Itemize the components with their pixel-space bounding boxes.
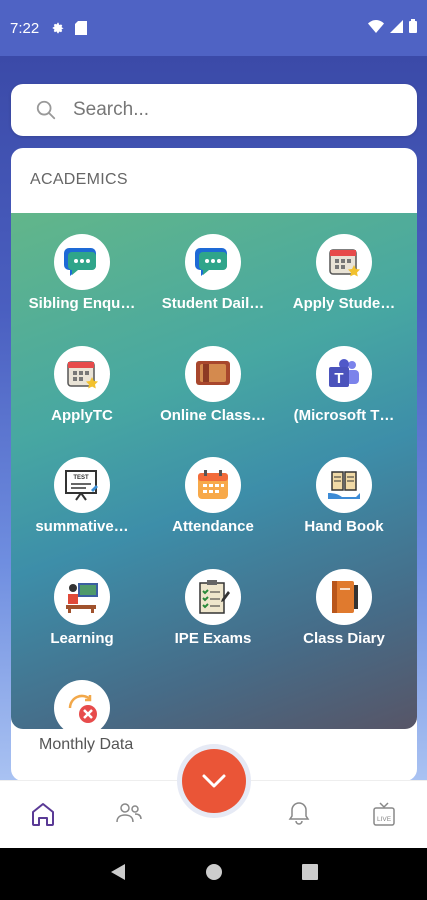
bell-icon[interactable] [288, 801, 310, 825]
tile-microsoft-teams[interactable]: T (Microsoft T… [276, 346, 412, 424]
svg-text:TEST: TEST [73, 475, 89, 481]
tile-summative[interactable]: TEST summative… [14, 457, 150, 535]
diary-icon [316, 569, 372, 625]
tile-apply-student[interactable]: Apply Stude… [276, 234, 412, 312]
home-icon[interactable] [30, 801, 56, 827]
tile-label: Class Diary [303, 630, 385, 647]
tile-label: Learning [50, 630, 114, 647]
microsoft-teams-icon: T [316, 346, 372, 402]
tile-label: Attendance [172, 518, 254, 535]
book-hand-icon [316, 457, 372, 513]
svg-text:LIVE: LIVE [377, 816, 392, 823]
fab-container [177, 744, 251, 818]
tile-class-diary[interactable]: Class Diary [276, 569, 412, 647]
search-icon [36, 100, 56, 120]
exam-checklist-icon [185, 569, 241, 625]
home-circle-icon[interactable] [205, 863, 223, 886]
tile-label: IPE Exams [174, 630, 252, 647]
tile-learning[interactable]: Learning [14, 569, 150, 647]
tile-apply-tc[interactable]: ApplyTC [14, 346, 150, 424]
battery-icon [409, 19, 417, 37]
tile-sibling-enquiry[interactable]: Sibling Enqu… [14, 234, 150, 312]
svg-text:T: T [334, 370, 343, 387]
tile-hand-book[interactable]: Hand Book [276, 457, 412, 535]
status-bar: 7:22 [0, 0, 427, 56]
test-board-icon: TEST [54, 457, 110, 513]
people-icon[interactable] [116, 801, 142, 825]
expand-fab-button[interactable] [182, 749, 246, 813]
video-screen-icon [185, 346, 241, 402]
tile-attendance[interactable]: Attendance [145, 457, 281, 535]
system-navigation-bar [0, 848, 427, 900]
tile-ipe-exams[interactable]: IPE Exams [145, 569, 281, 647]
search-input[interactable] [73, 99, 373, 121]
gear-icon [51, 21, 65, 35]
tile-label: Hand Book [304, 518, 384, 535]
tile-label: Sibling Enqu… [28, 295, 136, 312]
tile-monthly-data[interactable] [14, 680, 150, 729]
calendar-icon [185, 457, 241, 513]
live-tv-icon[interactable]: LIVE [372, 801, 396, 827]
tile-label: Apply Stude… [292, 295, 396, 312]
tile-label: Online Class… [160, 407, 266, 424]
sd-card-icon [75, 21, 88, 35]
status-time: 7:22 [10, 19, 40, 37]
chevron-down-icon [202, 774, 226, 788]
tile-label: ApplyTC [51, 407, 113, 424]
tile-online-class[interactable]: Online Class… [145, 346, 281, 424]
back-icon[interactable] [110, 863, 126, 886]
signal-icon [390, 19, 403, 37]
chat-bubble-icon [54, 234, 110, 290]
recents-icon[interactable] [301, 863, 318, 885]
monthly-data-icon [54, 680, 110, 729]
teacher-board-icon [54, 569, 110, 625]
tile-label: Student Dail… [161, 295, 265, 312]
calendar-star-icon [316, 234, 372, 290]
tile-label: summative… [35, 518, 129, 535]
search-bar[interactable] [11, 84, 417, 136]
calendar-star-icon [54, 346, 110, 402]
wifi-icon [368, 19, 384, 37]
chat-bubble-icon [185, 234, 241, 290]
tile-label: (Microsoft T… [293, 407, 395, 424]
tile-student-daily[interactable]: Student Dail… [145, 234, 281, 312]
academics-grid: Sibling Enqu… Student Dail… Apply Stude…… [11, 213, 417, 729]
monthly-data-label: Monthly Data [39, 736, 134, 753]
section-title: ACADEMICS [30, 171, 128, 188]
